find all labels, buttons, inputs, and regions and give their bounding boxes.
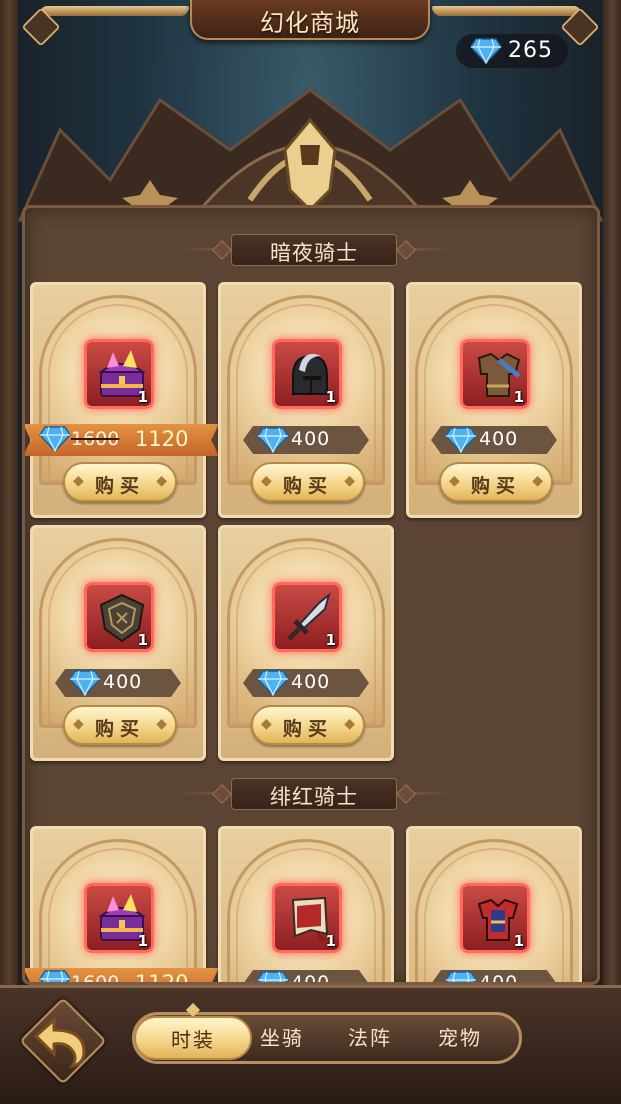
- section-header-night-knight: 暗夜骑士: [25, 230, 597, 270]
- diamond-icon: [257, 971, 289, 982]
- buy-button[interactable]: 购买: [63, 705, 177, 745]
- item-price: 400: [479, 972, 519, 985]
- buy-button-label: 购买: [94, 718, 145, 740]
- buy-button-label: 购买: [470, 475, 521, 497]
- item-quantity: 1: [513, 388, 524, 406]
- item-scroll-area[interactable]: 暗夜骑士 1 1600 1120 ◆ 购买 ◆ 1 400 ◆ 购买 ◆ 1 4…: [25, 208, 597, 982]
- item-price: 400: [291, 671, 331, 693]
- original-price: 1600: [71, 972, 120, 985]
- shop-item-card[interactable]: 1 400 购买: [406, 282, 582, 518]
- shop-item-card[interactable]: 1 1600 1120 购买: [25, 826, 219, 982]
- item-icon-frame: 1: [272, 339, 342, 409]
- item-quantity: 1: [137, 388, 148, 406]
- diamond-icon: [470, 38, 502, 64]
- buy-button-label: 购买: [282, 718, 333, 740]
- buy-button-label: 购买: [94, 475, 145, 497]
- tab-formation[interactable]: 法阵: [326, 1016, 414, 1060]
- item-quantity: 1: [325, 388, 336, 406]
- item-price: 400: [291, 428, 331, 450]
- sale-price: 1120: [135, 971, 189, 985]
- buy-button-label: 购买: [282, 475, 333, 497]
- page-title: 幻化商城: [260, 9, 360, 37]
- shop-panel[interactable]: 暗夜骑士 1 1600 1120 ◆ 购买 ◆ 1 400 ◆ 购买 ◆ 1 4…: [22, 205, 600, 985]
- item-icon-frame: 1: [84, 339, 154, 409]
- item-quantity: 1: [137, 932, 148, 950]
- shop-item-card[interactable]: 1 400 购买: [218, 282, 394, 518]
- diamond-icon: [257, 427, 289, 453]
- tab-mount[interactable]: 坐骑: [238, 1016, 326, 1060]
- sale-price-banner: 1600 1120: [25, 424, 219, 456]
- item-quantity: 1: [513, 932, 524, 950]
- item-price: 400: [291, 972, 331, 985]
- buy-button[interactable]: 购买: [63, 462, 177, 502]
- section-title: 绯红骑士: [270, 785, 358, 809]
- sale-price: 1120: [135, 427, 189, 451]
- item-quantity: 1: [325, 932, 336, 950]
- diamond-icon: [445, 971, 477, 982]
- top-rail-left: [37, 6, 191, 16]
- diamond-icon: [445, 427, 477, 453]
- item-icon-frame: 1: [460, 883, 530, 953]
- item-quantity: 1: [325, 631, 336, 649]
- price-tag: 400: [55, 669, 181, 697]
- diamond-amount: 265: [508, 38, 553, 63]
- price-tag: 400: [431, 426, 557, 454]
- price-tag: 400: [243, 970, 369, 985]
- buy-button[interactable]: 购买: [251, 462, 365, 502]
- item-price: 400: [103, 671, 143, 693]
- shop-item-card[interactable]: 1 400 购买: [30, 525, 206, 761]
- diamond-balance: 265: [456, 34, 568, 68]
- diamond-icon: [257, 670, 289, 696]
- price-tag: 400: [431, 970, 557, 985]
- original-price: 1600: [71, 428, 120, 450]
- item-icon-frame: 1: [84, 883, 154, 953]
- back-arrow-icon[interactable]: [28, 1012, 98, 1072]
- item-icon-frame: 1: [272, 883, 342, 953]
- price-tag: 400: [243, 426, 369, 454]
- tab-fashion[interactable]: 时装: [134, 1016, 252, 1060]
- shop-item-card[interactable]: 1 400 购买: [406, 826, 582, 985]
- item-price: 400: [479, 428, 519, 450]
- buy-button[interactable]: 购买: [439, 462, 553, 502]
- item-icon-frame: 1: [84, 582, 154, 652]
- item-icon-frame: 1: [272, 582, 342, 652]
- tab-pet[interactable]: 宠物: [416, 1016, 504, 1060]
- shop-screen: 幻化商城 265 暗夜骑士 1 1600 1120 ◆ 购买 ◆ 1 400 ◆…: [0, 0, 621, 1104]
- buy-button[interactable]: 购买: [251, 705, 365, 745]
- diamond-icon: [69, 670, 101, 696]
- section-header-crimson-knight: 绯红骑士: [25, 774, 597, 814]
- diamond-icon: [39, 970, 71, 982]
- diamond-icon: [39, 426, 71, 452]
- title-plate: 幻化商城: [190, 0, 430, 40]
- top-rail-right: [430, 6, 584, 16]
- section-title: 暗夜骑士: [270, 241, 358, 265]
- sale-price-banner: 1600 1120: [25, 968, 219, 985]
- shop-item-card[interactable]: 1 1600 1120 购买: [25, 282, 219, 518]
- price-tag: 400: [243, 669, 369, 697]
- shop-item-card[interactable]: 1 400 购买: [218, 525, 394, 761]
- item-quantity: 1: [137, 631, 148, 649]
- shop-item-card[interactable]: 1 400 购买: [218, 826, 394, 985]
- item-icon-frame: 1: [460, 339, 530, 409]
